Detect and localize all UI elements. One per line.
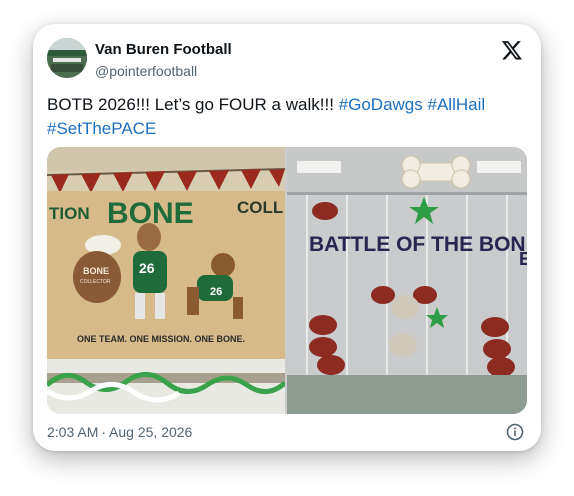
- jersey-number-1: 26: [139, 260, 155, 276]
- hashtag-godawgs[interactable]: #GoDawgs: [339, 95, 423, 114]
- avatar-image: [47, 38, 87, 78]
- jersey-number-2: 26: [210, 286, 222, 298]
- hashtag-allhail[interactable]: #AllHail: [428, 95, 486, 114]
- timestamp-time: 2:03 AM: [47, 424, 99, 440]
- tweet-text: BOTB 2026!!! Let’s go FOUR a walk!!! #Go…: [47, 93, 525, 141]
- photo-bulletin-board[interactable]: TION BONE COLL BONE COLLECTOR 26 26 ONE …: [47, 147, 285, 414]
- timestamp-separator: ·: [101, 424, 107, 440]
- info-icon[interactable]: [506, 423, 524, 441]
- display-name[interactable]: Van Buren Football: [95, 41, 232, 58]
- tweet-text-main: BOTB 2026!!! Let’s go FOUR a walk!!!: [47, 95, 334, 114]
- timestamp-date: Aug 25, 2026: [109, 424, 193, 440]
- sack-label-line1: BONE: [83, 266, 109, 276]
- account-handle[interactable]: @pointerfootball: [95, 63, 197, 79]
- banner-right-text: COLL: [237, 198, 283, 217]
- slogan-text: ONE TEAM. ONE MISSION. ONE BONE.: [77, 334, 245, 344]
- avatar[interactable]: [47, 38, 87, 78]
- balloon-text-line2: E: [519, 249, 527, 269]
- banner-left-text: TION: [49, 204, 90, 223]
- balloon-text-line1: BATTLE OF THE BON: [309, 233, 526, 256]
- x-logo-icon[interactable]: [501, 39, 523, 61]
- photo-balloon-display[interactable]: BATTLE OF THE BON E: [287, 147, 527, 414]
- sack-label-line2: COLLECTOR: [80, 279, 111, 285]
- tweet-timestamp[interactable]: 2:03 AM · Aug 25, 2026: [47, 424, 192, 440]
- tweet-card: Van Buren Football @pointerfootball BOTB…: [33, 24, 541, 451]
- media-grid: TION BONE COLL BONE COLLECTOR 26 26 ONE …: [47, 147, 527, 414]
- hashtag-setthepace[interactable]: #SetThePACE: [47, 119, 156, 138]
